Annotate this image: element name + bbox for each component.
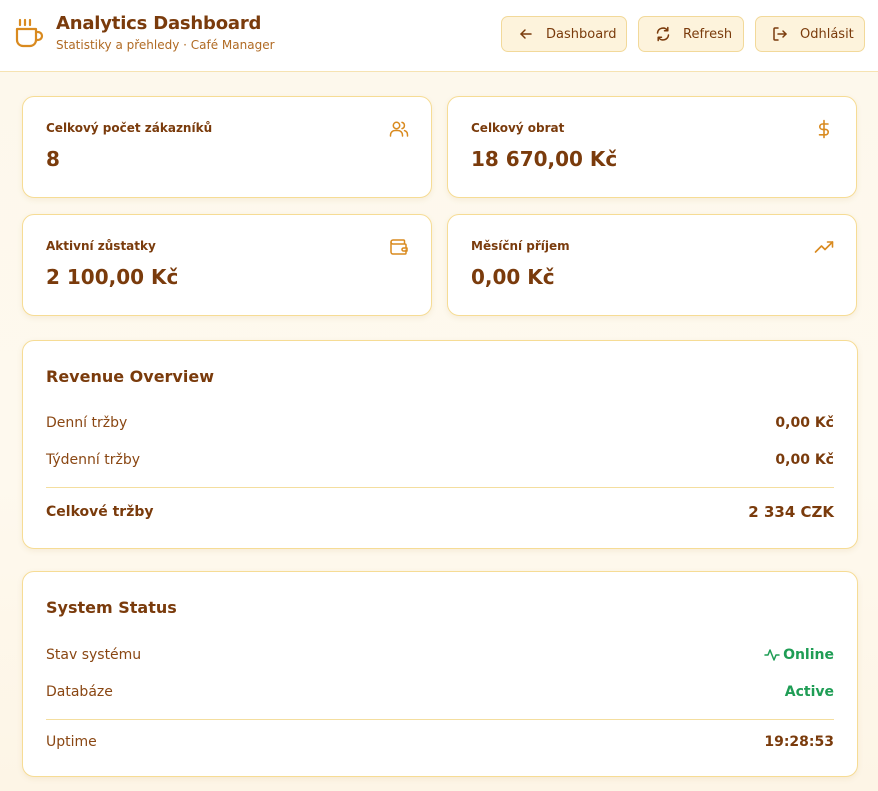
total-revenue-row: Celkové tržby 2 334 CZK: [46, 502, 834, 522]
row-value: 0,00 Kč: [775, 415, 834, 431]
uptime-row: Uptime 19:28:53: [46, 732, 834, 752]
stat-label: Celkový obrat: [471, 121, 565, 135]
divider: [46, 487, 834, 488]
stat-value: 0,00 Kč: [471, 265, 555, 289]
row-label: Týdenní tržby: [46, 452, 141, 468]
refresh-icon: [655, 26, 671, 42]
top-header: Analytics Dashboard Statistiky a přehled…: [0, 0, 878, 72]
daily-revenue-row: Denní tržby 0,00 Kč: [46, 413, 834, 433]
row-label: Uptime: [46, 734, 97, 750]
row-label: Databáze: [46, 684, 113, 700]
stat-value: 8: [46, 147, 60, 171]
database-status: Active: [784, 684, 834, 700]
weekly-revenue-row: Týdenní tržby 0,00 Kč: [46, 450, 834, 470]
arrow-left-icon: [518, 26, 534, 42]
row-label: Denní tržby: [46, 415, 128, 431]
logout-button[interactable]: Odhlásit: [755, 16, 865, 52]
stat-value: 18 670,00 Kč: [471, 147, 618, 171]
panel-title: System Status: [46, 598, 177, 617]
activity-icon: [764, 647, 780, 663]
panel-title: Revenue Overview: [46, 367, 214, 386]
dashboard-button-label: Dashboard: [546, 26, 617, 42]
system-status-row: Stav systému Online: [46, 645, 834, 665]
dashboard-button[interactable]: Dashboard: [501, 16, 627, 52]
revenue-overview-panel: Revenue Overview Denní tržby 0,00 Kč Týd…: [22, 340, 858, 549]
stat-card-balances: Aktivní zůstatky 2 100,00 Kč: [22, 214, 432, 316]
status-badge: Online: [764, 647, 834, 663]
logout-button-label: Odhlásit: [800, 26, 854, 42]
uptime-value: 19:28:53: [764, 734, 834, 750]
wallet-icon: [389, 237, 409, 257]
status-value: Online: [783, 647, 834, 663]
logout-icon: [772, 26, 788, 42]
page-title: Analytics Dashboard: [56, 13, 262, 34]
divider: [46, 719, 834, 720]
stat-label: Celkový počet zákazníků: [46, 121, 213, 135]
stat-card-turnover: Celkový obrat 18 670,00 Kč: [447, 96, 857, 198]
page-subtitle: Statistiky a přehledy · Café Manager: [56, 38, 275, 52]
stat-label: Aktivní zůstatky: [46, 239, 156, 253]
users-icon: [389, 119, 409, 139]
stat-card-customers: Celkový počet zákazníků 8: [22, 96, 432, 198]
row-label: Stav systému: [46, 647, 142, 663]
refresh-button[interactable]: Refresh: [638, 16, 744, 52]
stat-label: Měsíční příjem: [471, 239, 570, 253]
trending-up-icon: [814, 237, 834, 257]
row-value: 0,00 Kč: [775, 452, 834, 468]
refresh-button-label: Refresh: [683, 26, 733, 42]
title-block: Analytics Dashboard Statistiky a přehled…: [56, 13, 275, 53]
row-label: Celkové tržby: [46, 504, 154, 520]
coffee-cup-icon: [14, 18, 44, 50]
stat-card-monthly-income: Měsíční příjem 0,00 Kč: [447, 214, 857, 316]
stat-value: 2 100,00 Kč: [46, 265, 179, 289]
system-status-panel: System Status Stav systému Online Databá…: [22, 571, 858, 777]
row-value: 2 334 CZK: [748, 503, 834, 521]
dollar-icon: [814, 119, 834, 139]
database-row: Databáze Active: [46, 682, 834, 702]
